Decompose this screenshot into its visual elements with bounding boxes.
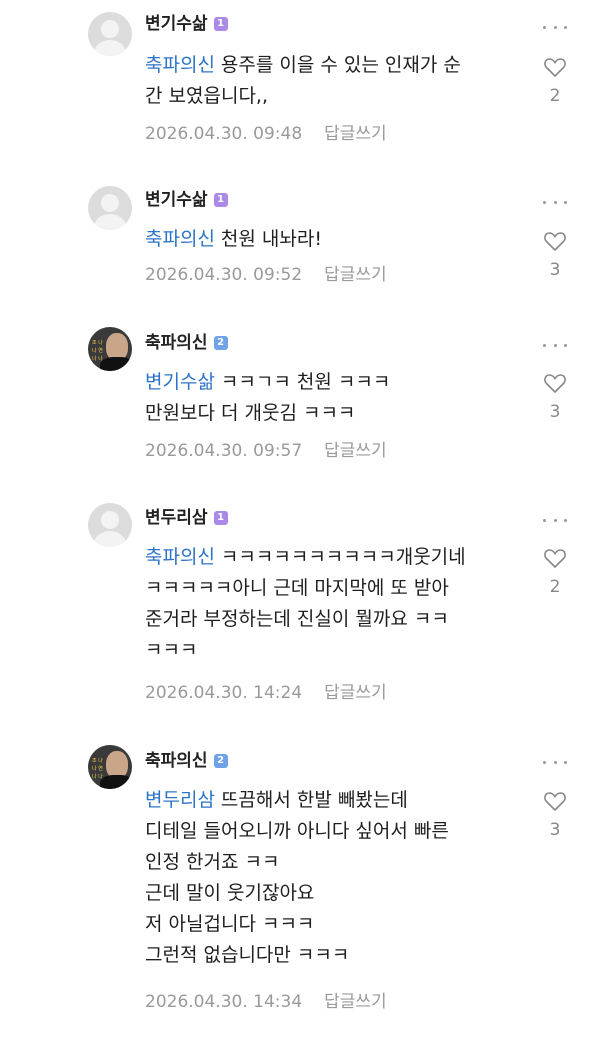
comment-nickname[interactable]: 변기수삶 1 (145, 188, 228, 212)
mention-link[interactable]: 축파의신 (145, 228, 215, 250)
comment-line: ㅋㅋㅋ (145, 639, 198, 661)
comment-line: 만원보다 더 개웃김 ㅋㅋㅋ (145, 402, 356, 424)
mention-link[interactable]: 변기수삶 (145, 371, 215, 393)
comment-meta: 2026.04.30. 09:48 답글쓰기 (145, 122, 387, 146)
comment-line: 인정 한거죠 ㅋㅋ (145, 851, 280, 873)
comment-date: 2026.04.30. 14:24 (145, 683, 303, 703)
comment-date: 2026.04.30. 09:57 (145, 441, 303, 461)
level-badge: 1 (213, 193, 228, 207)
comment-date: 2026.04.30. 14:34 (145, 992, 303, 1012)
comment-nickname[interactable]: 축파의신 2 (145, 331, 228, 355)
reply-button[interactable]: 답글쓰기 (324, 265, 387, 285)
nickname-text[interactable]: 변기수삶 (145, 190, 208, 210)
comment-line: 천원 내놔라! (220, 228, 322, 250)
nickname-text[interactable]: 축파의신 (145, 333, 208, 353)
mention-link[interactable]: 축파의신 (145, 54, 215, 76)
level-badge: 2 (213, 754, 228, 768)
comment-body: 변기수삶 ㅋㅋㄱㅋ 천원 ㅋㅋㅋ 만원보다 더 개웃김 ㅋㅋㅋ (145, 367, 515, 429)
comment-nickname[interactable]: 변기수삶 1 (145, 12, 228, 36)
comment-line: 저 아닐겁니다 ㅋㅋㅋ (145, 913, 315, 935)
nickname-text[interactable]: 축파의신 (145, 751, 208, 771)
mention-link[interactable]: 축파의신 (145, 546, 215, 568)
heart-icon[interactable] (543, 547, 567, 569)
comment-body: 축파의신 ㅋㅋㅋㅋㅋㅋㅋㅋㅋㅋ개웃기네 ㅋㅋㅋㅋㅋ아니 근데 마지막에 또 받아 … (145, 542, 515, 666)
comment-line: 근데 말이 웃기잖아요 (145, 882, 315, 904)
comment-date: 2026.04.30. 09:52 (145, 265, 303, 285)
like-count: 2 (549, 86, 561, 106)
nickname-text[interactable]: 변두리삼 (145, 508, 208, 528)
reply-button[interactable]: 답글쓰기 (324, 124, 387, 144)
more-options-icon[interactable] (543, 757, 567, 767)
comment-body: 축파의신 용주를 이을 수 있는 인재가 순 간 보였읍니다,, (145, 50, 515, 112)
like-count: 3 (549, 820, 561, 840)
comment-line: 그런적 없습니다만 ㅋㅋㅋ (145, 944, 350, 966)
avatar[interactable] (88, 12, 132, 56)
comment-nickname[interactable]: 축파의신 2 (145, 749, 228, 773)
heart-icon[interactable] (543, 372, 567, 394)
comment-line: ㅋㅋㅋㅋㅋㅋㅋㅋㅋㅋ개웃기네 (220, 546, 466, 568)
level-badge: 1 (213, 511, 228, 525)
like-count: 3 (549, 402, 561, 422)
comment-line: ㅋㅋㄱㅋ 천원 ㅋㅋㅋ (220, 371, 391, 393)
avatar[interactable] (88, 186, 132, 230)
comment-meta: 2026.04.30. 09:52 답글쓰기 (145, 263, 387, 287)
comment-meta: 2026.04.30. 14:24 답글쓰기 (145, 681, 387, 705)
like-count: 2 (549, 577, 561, 597)
heart-icon[interactable] (543, 790, 567, 812)
reply-button[interactable]: 답글쓰기 (324, 441, 387, 461)
avatar[interactable]: 조 나 나 연 나 나 (88, 327, 132, 371)
like-count: 3 (549, 260, 561, 280)
reply-button[interactable]: 답글쓰기 (324, 683, 387, 703)
comment-nickname[interactable]: 변두리삼 1 (145, 506, 228, 530)
comment-line: 뜨끔해서 한발 빼봤는데 (220, 789, 408, 811)
reply-button[interactable]: 답글쓰기 (324, 992, 387, 1012)
mention-link[interactable]: 변두리삼 (145, 789, 215, 811)
nickname-text[interactable]: 변기수삶 (145, 14, 208, 34)
comment-date: 2026.04.30. 09:48 (145, 124, 303, 144)
comment-line: 디테일 들어오니까 아니다 싶어서 빠른 (145, 820, 449, 842)
comment-meta: 2026.04.30. 09:57 답글쓰기 (145, 439, 387, 463)
more-options-icon[interactable] (543, 515, 567, 525)
comment-body: 축파의신 천원 내놔라! (145, 224, 515, 255)
more-options-icon[interactable] (543, 340, 567, 350)
more-options-icon[interactable] (543, 197, 567, 207)
comment-line: 용주를 이을 수 있는 인재가 순 (220, 54, 461, 76)
comment-meta: 2026.04.30. 14:34 답글쓰기 (145, 990, 387, 1014)
more-options-icon[interactable] (543, 22, 567, 32)
comment-body: 변두리삼 뜨끔해서 한발 빼봤는데 디테일 들어오니까 아니다 싶어서 빠른 인정… (145, 785, 515, 971)
heart-icon[interactable] (543, 230, 567, 252)
avatar[interactable] (88, 503, 132, 547)
comment-line: 준거라 부정하는데 진실이 뭘까요 ㅋㅋ (145, 608, 449, 630)
avatar[interactable]: 조 나 나 연 나 나 (88, 745, 132, 789)
heart-icon[interactable] (543, 56, 567, 78)
level-badge: 2 (213, 336, 228, 350)
comment-line: ㅋㅋㅋㅋㅋ아니 근데 마지막에 또 받아 (145, 577, 449, 599)
level-badge: 1 (213, 17, 228, 31)
comment-line: 간 보였읍니다,, (145, 85, 268, 107)
